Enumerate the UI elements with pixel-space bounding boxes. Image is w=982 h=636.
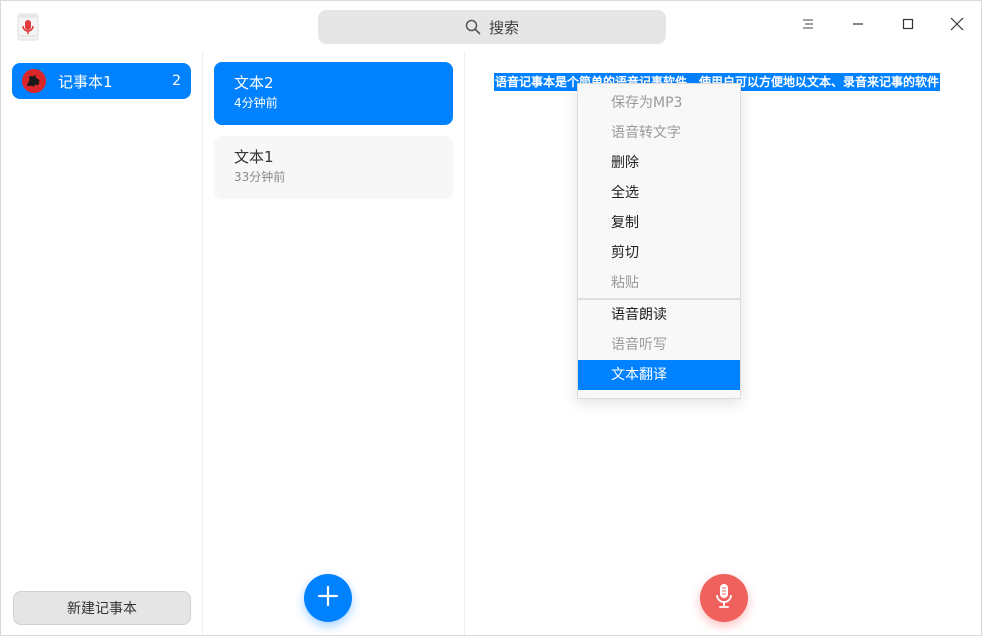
menu-item-read-aloud[interactable]: 语音朗读 xyxy=(578,300,740,330)
note-title: 文本1 xyxy=(234,148,274,166)
note-item[interactable]: 文本2 4分钟前 xyxy=(214,62,453,125)
search-icon xyxy=(465,19,481,35)
note-title: 文本2 xyxy=(234,74,274,92)
close-icon xyxy=(950,17,964,35)
notebook-sidebar: 记事本1 2 新建记事本 xyxy=(1,51,203,635)
search-input[interactable]: 搜索 xyxy=(318,10,666,44)
menu-item-delete[interactable]: 删除 xyxy=(578,148,740,178)
plus-icon xyxy=(317,585,339,611)
note-list: 文本2 4分钟前 文本1 33分钟前 xyxy=(203,51,465,635)
record-button[interactable] xyxy=(700,574,748,622)
menu-item-dictation[interactable]: 语音听写 xyxy=(578,330,740,360)
note-time: 4分钟前 xyxy=(234,96,278,110)
menu-item-save-mp3[interactable]: 保存为MP3 xyxy=(578,88,740,118)
menu-icon xyxy=(802,18,814,34)
notebook-item[interactable]: 记事本1 2 xyxy=(12,63,191,99)
minimize-icon xyxy=(852,18,864,34)
notebook-count: 2 xyxy=(172,73,181,89)
note-time: 33分钟前 xyxy=(234,170,286,184)
app-window: 搜索 记事本1 2 新建记事本 文本2 4分钟前 文本1 33分钟前 语音记事本… xyxy=(0,0,982,636)
notebook-name: 记事本1 xyxy=(58,72,113,91)
titlebar: 搜索 xyxy=(1,1,981,51)
menu-button[interactable] xyxy=(795,13,821,39)
notebook-avatar xyxy=(22,69,46,93)
menu-item-paste[interactable]: 粘贴 xyxy=(578,268,740,298)
menu-item-copy[interactable]: 复制 xyxy=(578,208,740,238)
add-note-button[interactable] xyxy=(304,574,352,622)
close-button[interactable] xyxy=(944,13,970,39)
minimize-button[interactable] xyxy=(845,13,871,39)
menu-item-speech-to-text[interactable]: 语音转文字 xyxy=(578,118,740,148)
context-menu: 保存为MP3 语音转文字 删除 全选 复制 剪切 粘贴 语音朗读 语音听写 文本… xyxy=(577,83,741,399)
maximize-button[interactable] xyxy=(895,13,921,39)
note-item[interactable]: 文本1 33分钟前 xyxy=(214,136,453,199)
voice-notepad-icon xyxy=(15,13,41,41)
menu-item-translate[interactable]: 文本翻译 xyxy=(578,360,740,390)
menu-item-select-all[interactable]: 全选 xyxy=(578,178,740,208)
search-placeholder: 搜索 xyxy=(488,18,519,37)
microphone-icon xyxy=(714,582,734,614)
menu-item-cut[interactable]: 剪切 xyxy=(578,238,740,268)
maximize-icon xyxy=(902,18,914,34)
new-notebook-button[interactable]: 新建记事本 xyxy=(13,591,191,625)
